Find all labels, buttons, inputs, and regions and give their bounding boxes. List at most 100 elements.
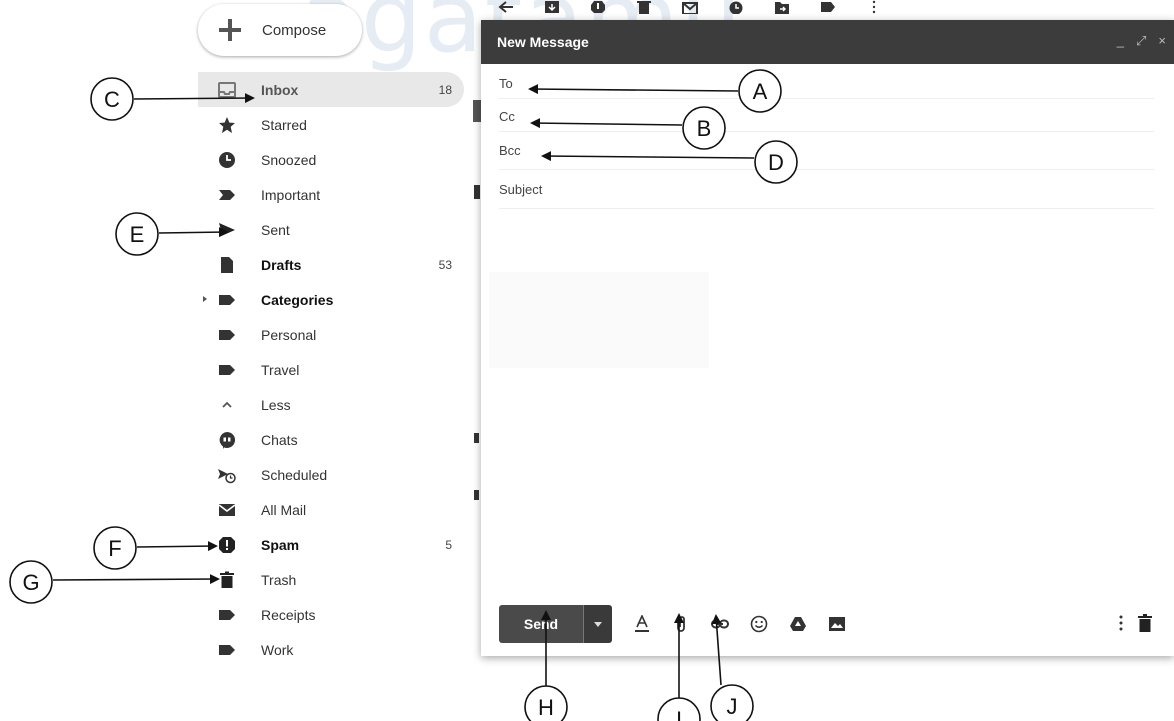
delete-icon[interactable]	[636, 0, 652, 14]
sidebar-item-label: Inbox	[261, 81, 299, 98]
sidebar-item-chats[interactable]: Chats	[198, 422, 464, 457]
google-drive-icon[interactable]	[789, 615, 807, 633]
minimize-icon[interactable]: _	[1117, 34, 1124, 48]
chat-icon	[218, 431, 236, 449]
draft-icon	[218, 256, 236, 274]
annotation-g: G	[9, 560, 220, 604]
subject-label: Subject	[499, 182, 543, 197]
annotation-label: F	[108, 536, 121, 561]
sidebar-item-spam[interactable]: Spam 5	[198, 527, 464, 562]
trash-icon	[218, 571, 236, 589]
to-field[interactable]: To	[499, 76, 1154, 99]
more-options-icon[interactable]	[1119, 615, 1123, 636]
spam-count: 5	[445, 537, 452, 552]
move-to-icon[interactable]	[774, 0, 790, 14]
message-body[interactable]	[489, 272, 709, 368]
attach-file-icon[interactable]	[672, 615, 690, 633]
bcc-label: Bcc	[499, 143, 521, 158]
mail-icon	[218, 501, 236, 519]
sidebar-item-sent[interactable]: Sent	[198, 212, 464, 247]
sidebar-item-all-mail[interactable]: All Mail	[198, 492, 464, 527]
formatting-options-icon[interactable]	[633, 615, 651, 633]
sidebar-item-label: Trash	[261, 571, 297, 588]
mark-unread-icon[interactable]	[682, 0, 698, 14]
sidebar-item-important[interactable]: Important	[198, 177, 464, 212]
annotation-label: E	[130, 222, 145, 247]
background-list-mark	[474, 433, 479, 443]
send-icon	[218, 221, 236, 239]
sidebar-item-label: Less	[261, 396, 291, 413]
spam-icon	[218, 536, 236, 554]
back-arrow-icon[interactable]	[498, 0, 514, 14]
insert-photo-icon[interactable]	[828, 615, 846, 633]
cc-field[interactable]: Cc	[499, 109, 1154, 132]
plus-icon	[198, 17, 262, 43]
sidebar-item-label: Scheduled	[261, 466, 328, 483]
more-vert-icon[interactable]	[866, 0, 882, 14]
expand-arrow-icon[interactable]	[203, 296, 207, 302]
sidebar-item-label: Important	[261, 186, 321, 203]
sidebar-item-label: Travel	[261, 361, 300, 378]
compose-button[interactable]: Compose	[198, 4, 362, 56]
sidebar-item-label: Personal	[261, 326, 317, 343]
insert-link-icon[interactable]	[711, 615, 729, 633]
chevron-up-icon	[218, 396, 236, 414]
background-list-mark	[474, 490, 479, 500]
draft-count: 53	[438, 257, 452, 272]
send-button[interactable]: Send	[499, 605, 583, 643]
annotation-label: G	[22, 570, 39, 595]
scheduled-icon	[218, 466, 236, 484]
star-icon	[218, 116, 236, 134]
new-message-dialog: New Message _ ⤢ × To Cc Bcc Subject Send	[481, 20, 1174, 656]
label-icon	[218, 606, 236, 624]
sidebar-item-label: Drafts	[261, 256, 302, 273]
snooze-icon[interactable]	[728, 0, 744, 14]
sidebar-item-starred[interactable]: Starred	[198, 107, 464, 142]
sidebar-item-label: Categories	[261, 291, 334, 308]
background-list-mark	[473, 100, 481, 122]
to-label: To	[499, 76, 513, 91]
annotation-label: I	[676, 707, 682, 721]
send-options-button[interactable]	[583, 605, 612, 643]
bcc-field[interactable]: Bcc	[499, 143, 1154, 170]
label-icon	[218, 641, 236, 659]
subject-field[interactable]: Subject	[499, 182, 1154, 209]
annotation-label: J	[727, 694, 738, 719]
report-spam-icon[interactable]	[590, 0, 606, 14]
compose-toolbar-right	[1119, 614, 1153, 637]
sidebar-item-label: Chats	[261, 431, 298, 448]
sidebar-item-travel[interactable]: Travel	[198, 352, 464, 387]
dialog-header: New Message _ ⤢ ×	[481, 20, 1174, 64]
window-controls: _ ⤢ ×	[1117, 34, 1166, 48]
close-icon[interactable]: ×	[1158, 34, 1166, 48]
sidebar-item-label: Receipts	[261, 606, 316, 623]
sidebar-item-inbox[interactable]: Inbox 18	[198, 72, 464, 107]
sidebar-item-label: Sent	[261, 221, 290, 238]
sidebar-item-categories[interactable]: Categories	[198, 282, 464, 317]
sidebar-item-work[interactable]: Work	[198, 632, 464, 667]
sidebar-item-label: All Mail	[261, 501, 307, 518]
important-icon	[218, 186, 236, 204]
sidebar-item-label: Work	[261, 641, 294, 658]
sidebar: Inbox 18 Starred Snoozed Important Sent …	[198, 72, 464, 667]
label-icon	[218, 326, 236, 344]
discard-draft-icon[interactable]	[1137, 614, 1153, 637]
sidebar-item-less[interactable]: Less	[198, 387, 464, 422]
archive-icon[interactable]	[544, 0, 560, 14]
sidebar-item-personal[interactable]: Personal	[198, 317, 464, 352]
background-list-mark	[474, 185, 480, 199]
label-icon	[218, 291, 236, 309]
sidebar-item-scheduled[interactable]: Scheduled	[198, 457, 464, 492]
compose-toolbar: Send	[499, 604, 1159, 644]
sidebar-item-snoozed[interactable]: Snoozed	[198, 142, 464, 177]
label-icon[interactable]	[820, 0, 836, 14]
cc-label: Cc	[499, 109, 515, 124]
sidebar-item-receipts[interactable]: Receipts	[198, 597, 464, 632]
unread-count: 18	[438, 82, 452, 97]
clock-icon	[218, 151, 236, 169]
emoji-icon[interactable]	[750, 615, 768, 633]
label-icon	[218, 361, 236, 379]
sidebar-item-trash[interactable]: Trash	[198, 562, 464, 597]
expand-icon[interactable]: ⤢	[1136, 34, 1146, 48]
sidebar-item-drafts[interactable]: Drafts 53	[198, 247, 464, 282]
